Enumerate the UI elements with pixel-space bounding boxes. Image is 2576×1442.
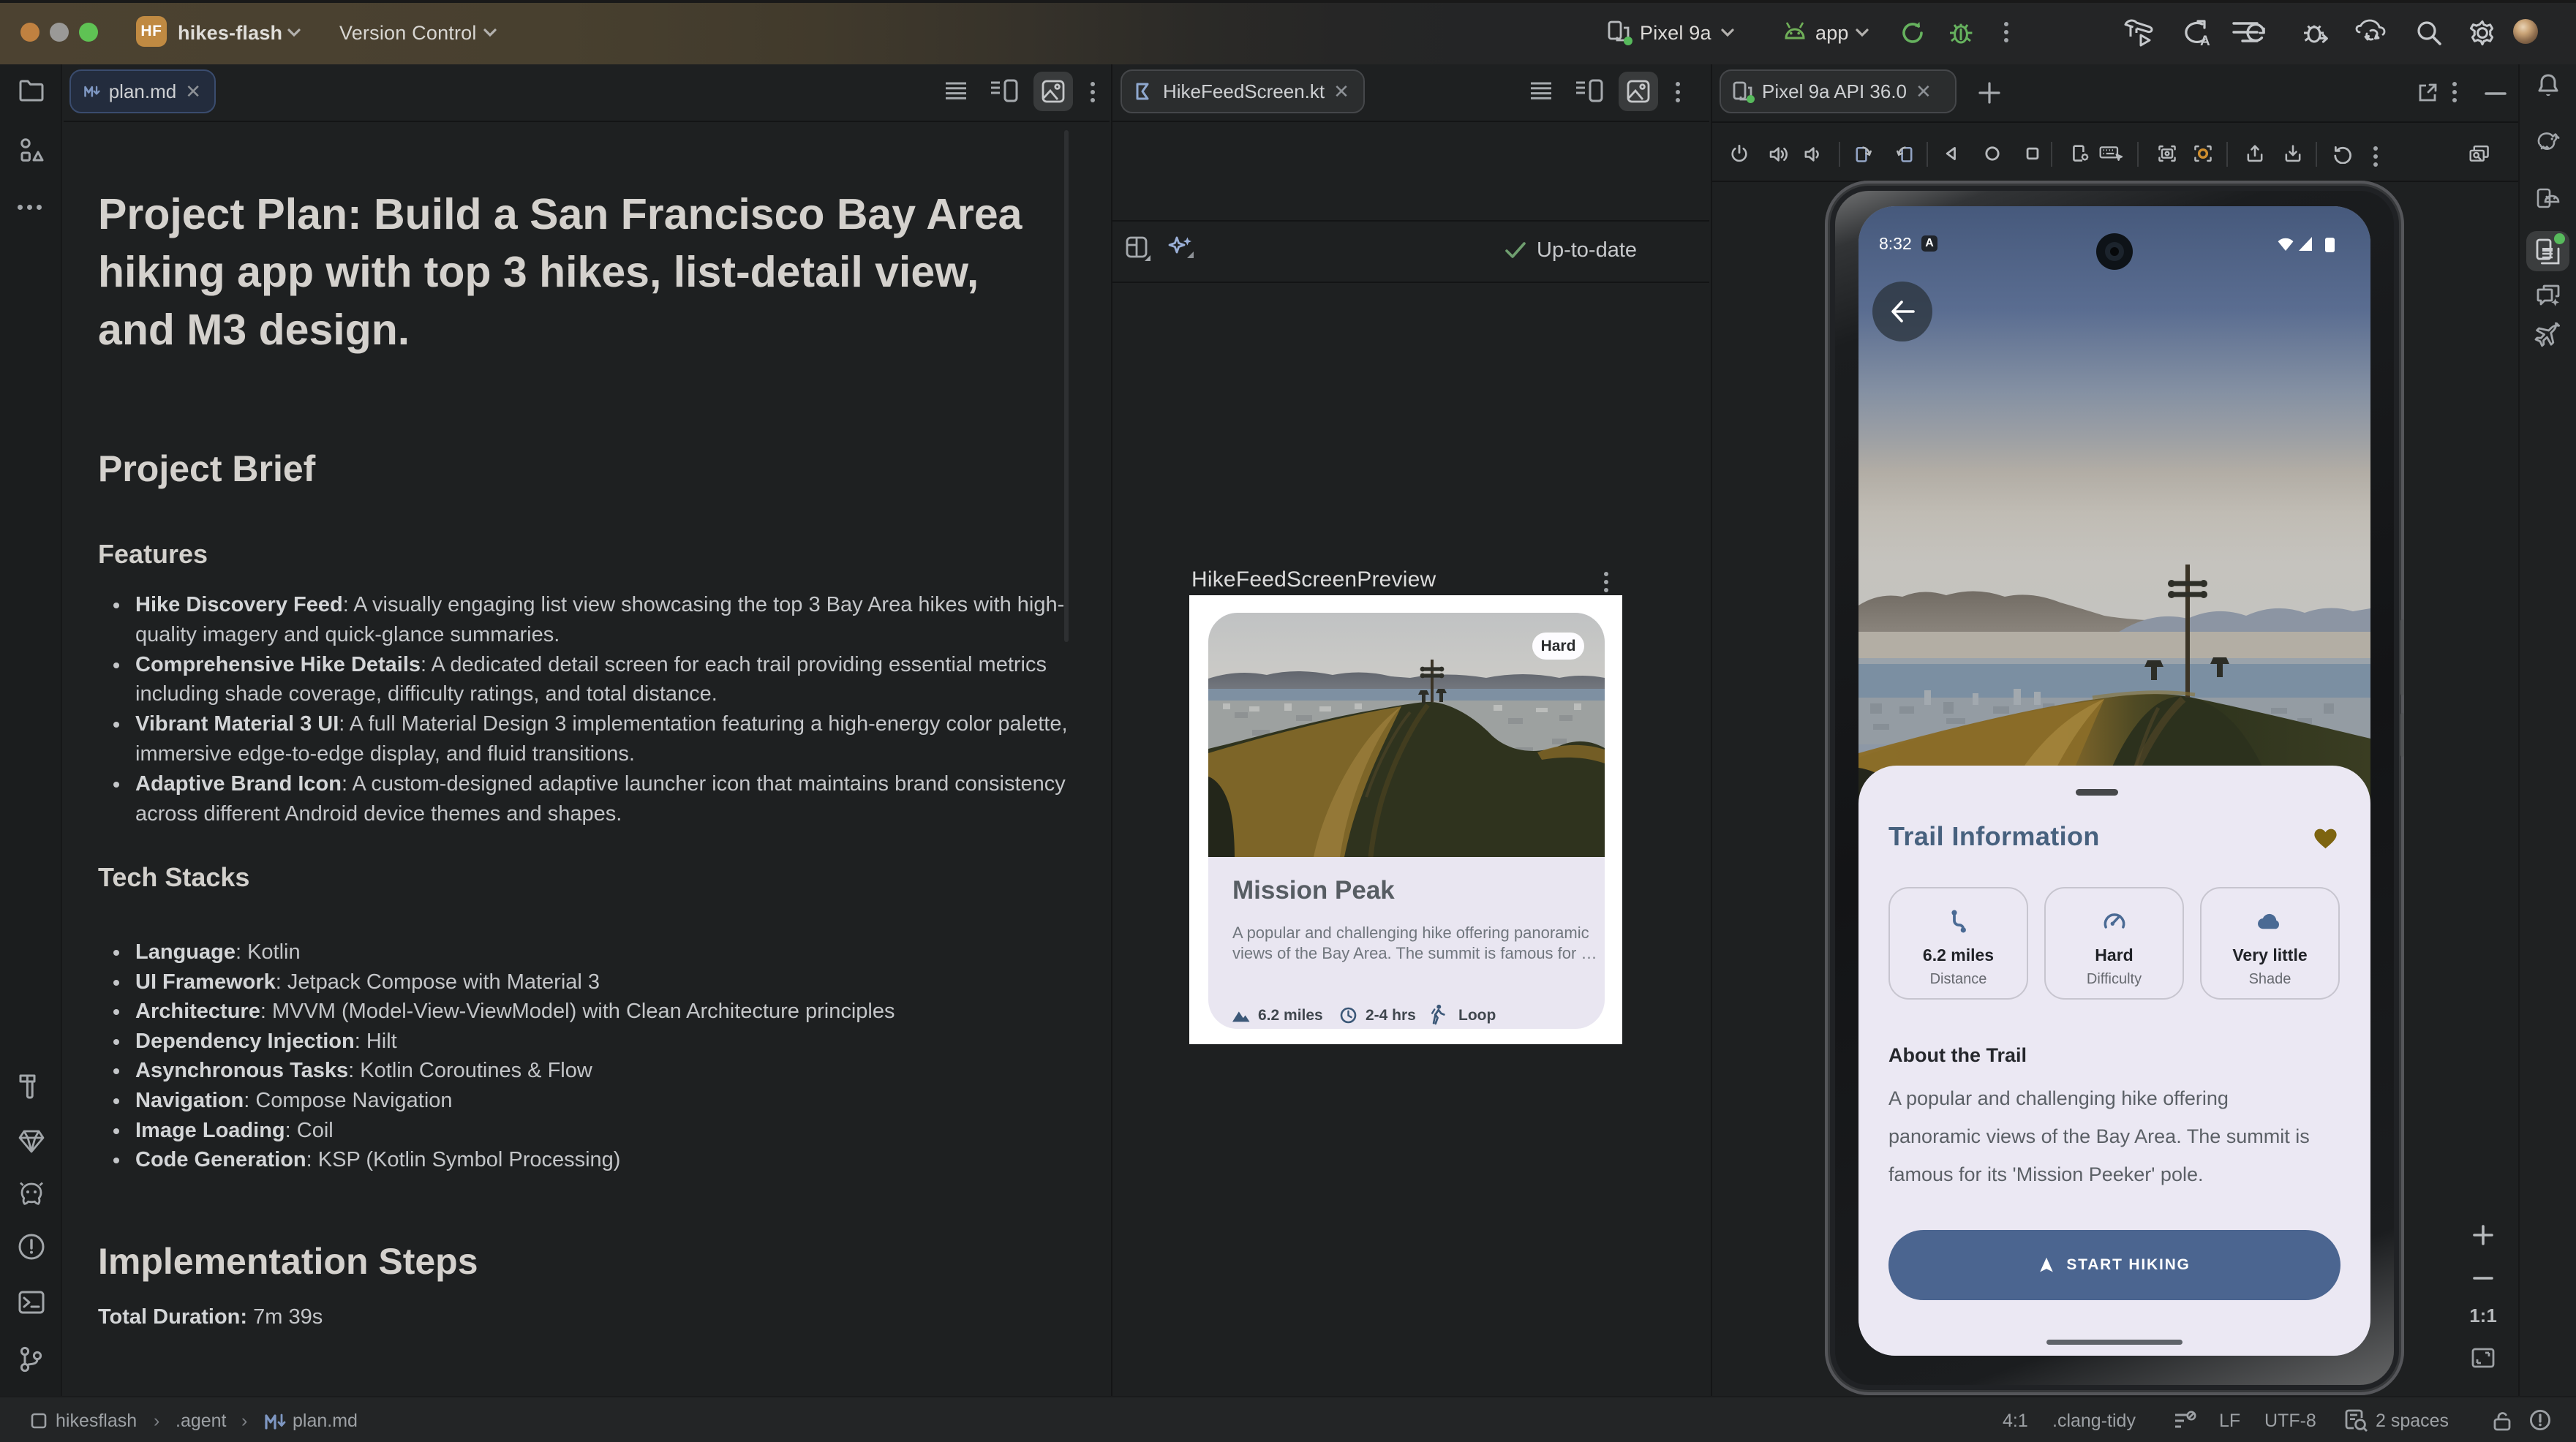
svg-text:A: A [2200,34,2210,47]
